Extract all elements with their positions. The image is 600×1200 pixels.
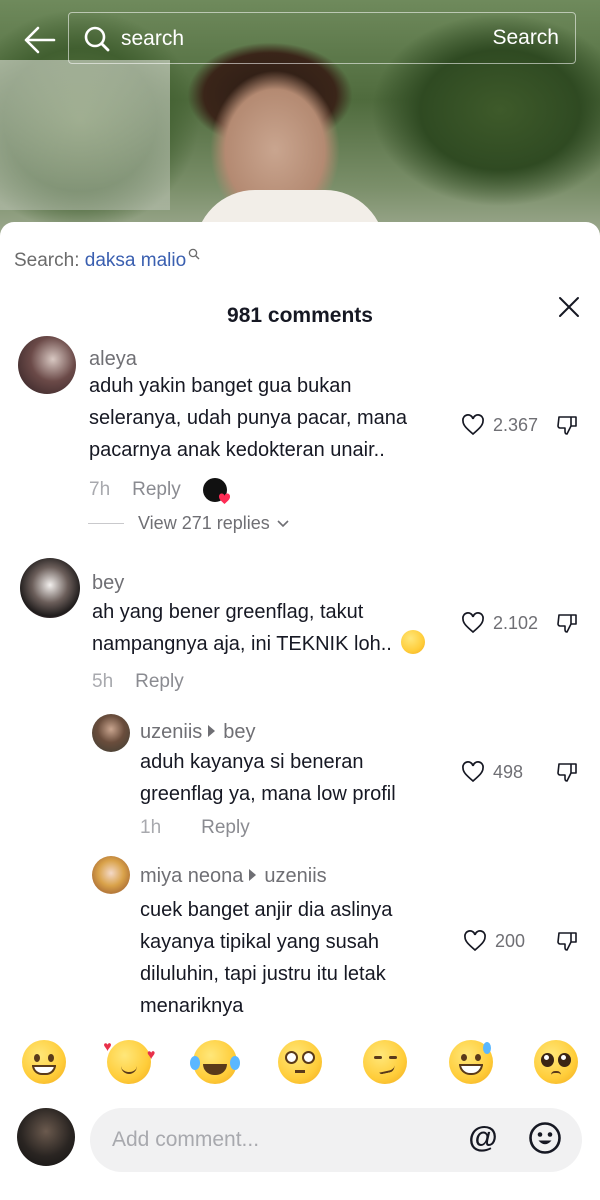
grinning-face-with-sweat-icon[interactable]	[448, 1040, 493, 1084]
dislike-icon[interactable]	[556, 612, 578, 634]
comment-username[interactable]: aleya	[89, 348, 137, 371]
flushed-face-icon[interactable]	[277, 1040, 322, 1084]
search-box[interactable]: search Search	[68, 12, 576, 64]
smiling-face-with-hearts-icon[interactable]: ♥ ♥	[103, 1038, 155, 1084]
reply-line: diluluhin, tapi justru itu letak	[140, 963, 386, 985]
add-comment-input[interactable]	[90, 1108, 582, 1172]
pensive-face-icon	[401, 630, 426, 654]
search-input[interactable]: search	[121, 27, 184, 51]
dislike-icon[interactable]	[556, 414, 578, 436]
reply-meta: 1h Reply	[140, 817, 250, 839]
like-count: 2.102	[493, 612, 539, 633]
reply-author[interactable]: uzeniis	[140, 721, 202, 743]
reply-to-user[interactable]: bey	[223, 721, 255, 743]
comment-composer: @	[0, 1104, 600, 1174]
pleading-face-icon[interactable]	[533, 1040, 578, 1084]
like-count: 2.367	[493, 414, 539, 435]
like-count: 498	[493, 761, 524, 782]
divider	[88, 523, 124, 524]
reply-to-user[interactable]: uzeniis	[264, 865, 326, 887]
comment-line: aduh yakin banget gua bukan	[89, 375, 352, 397]
comment-text: aduh yakin banget gua bukan seleranya, u…	[89, 370, 449, 466]
comment-text: ah yang bener greenflag, takut nampangny…	[92, 596, 452, 660]
reply-line: menariknya	[140, 995, 244, 1017]
reply-button[interactable]: Reply	[132, 479, 181, 500]
comment-line-with-emoji: nampangnya aja, ini TEKNIK loh..	[92, 628, 452, 660]
small-search-icon	[188, 248, 200, 260]
heart-icon	[462, 761, 484, 783]
reply-line: aduh kayanya si beneran	[140, 751, 364, 773]
reply-line: greenflag ya, mana low profil	[140, 783, 396, 805]
reply-line: kayanya tipikal yang susah	[140, 931, 380, 953]
comment-line: pacarnya anak kedokteran unair..	[89, 439, 385, 461]
reply-line: cuek banget anjir dia aslinya	[140, 899, 393, 921]
background-building	[0, 60, 170, 210]
grinning-face-icon[interactable]	[22, 1040, 66, 1084]
like-button[interactable]: 2.102	[461, 612, 538, 634]
like-button[interactable]: 498	[461, 761, 523, 783]
reply-username[interactable]: miya neona uzeniis	[140, 865, 327, 888]
chevron-down-icon	[277, 519, 289, 527]
heart-icon	[462, 612, 484, 634]
reply-text: aduh kayanya si beneran greenflag ya, ma…	[140, 746, 460, 810]
related-search-hint[interactable]: Search: daksa malio	[14, 248, 200, 272]
close-icon[interactable]	[558, 296, 580, 318]
back-arrow-icon[interactable]	[20, 20, 60, 60]
emoji-picker-icon[interactable]	[528, 1121, 562, 1155]
comment-meta: 5h Reply	[92, 671, 184, 693]
heart-icon	[462, 414, 484, 436]
avatar[interactable]	[20, 558, 80, 618]
reply-button[interactable]: Reply	[201, 817, 250, 838]
mention-button[interactable]: @	[466, 1121, 500, 1155]
heart-icon	[464, 930, 486, 952]
creator-liked-avatar	[203, 478, 231, 504]
comment-line: ah yang bener greenflag, takut	[92, 601, 364, 623]
comments-count-title: 981 comments	[227, 304, 373, 327]
view-replies-button[interactable]: View 271 replies	[88, 513, 290, 534]
emoji-quick-bar: ♥ ♥	[0, 1038, 600, 1096]
comment-username[interactable]: bey	[92, 572, 124, 595]
dislike-icon[interactable]	[556, 761, 578, 783]
reply-time: 1h	[140, 817, 162, 838]
reply-button[interactable]: Reply	[135, 671, 184, 692]
search-hint-prefix: Search:	[14, 250, 80, 271]
comment-time: 7h	[89, 479, 111, 500]
comment-time: 5h	[92, 671, 114, 692]
avatar[interactable]	[92, 714, 130, 752]
reply-text: cuek banget anjir dia aslinya kayanya ti…	[140, 894, 460, 1022]
reply-to-arrow-icon	[249, 869, 257, 881]
view-replies-label: View 271 replies	[138, 513, 270, 533]
reply-to-arrow-icon	[208, 725, 216, 737]
face-with-tears-of-joy-icon[interactable]	[189, 1040, 240, 1084]
avatar[interactable]	[92, 856, 130, 894]
search-top-bar: search Search	[0, 12, 600, 68]
like-button[interactable]: 200	[463, 930, 525, 952]
search-hint-term[interactable]: daksa malio	[85, 250, 186, 271]
comment-line: nampangnya aja, ini TEKNIK loh..	[92, 633, 392, 655]
reply-username[interactable]: uzeniis bey	[140, 721, 256, 744]
comment-line: seleranya, udah punya pacar, mana	[89, 407, 407, 429]
like-button[interactable]: 2.367	[461, 414, 538, 436]
dislike-icon[interactable]	[556, 930, 578, 952]
comment-meta: 7h Reply	[89, 479, 181, 501]
avatar[interactable]	[17, 1108, 75, 1166]
reply-author[interactable]: miya neona	[140, 865, 243, 887]
avatar[interactable]	[18, 336, 76, 394]
search-button[interactable]: Search	[492, 26, 559, 50]
like-count: 200	[495, 930, 526, 951]
heart-icon	[218, 493, 231, 504]
search-icon	[83, 25, 111, 53]
smirking-face-icon[interactable]	[363, 1040, 408, 1084]
